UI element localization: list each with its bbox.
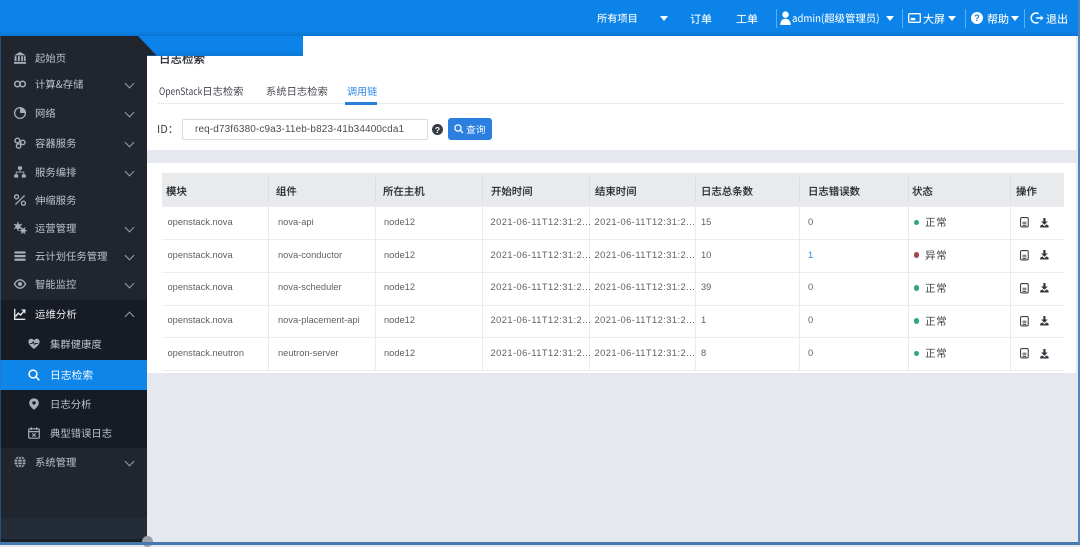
svg-text:?: ? (974, 13, 980, 23)
svg-text:?: ? (435, 124, 440, 134)
